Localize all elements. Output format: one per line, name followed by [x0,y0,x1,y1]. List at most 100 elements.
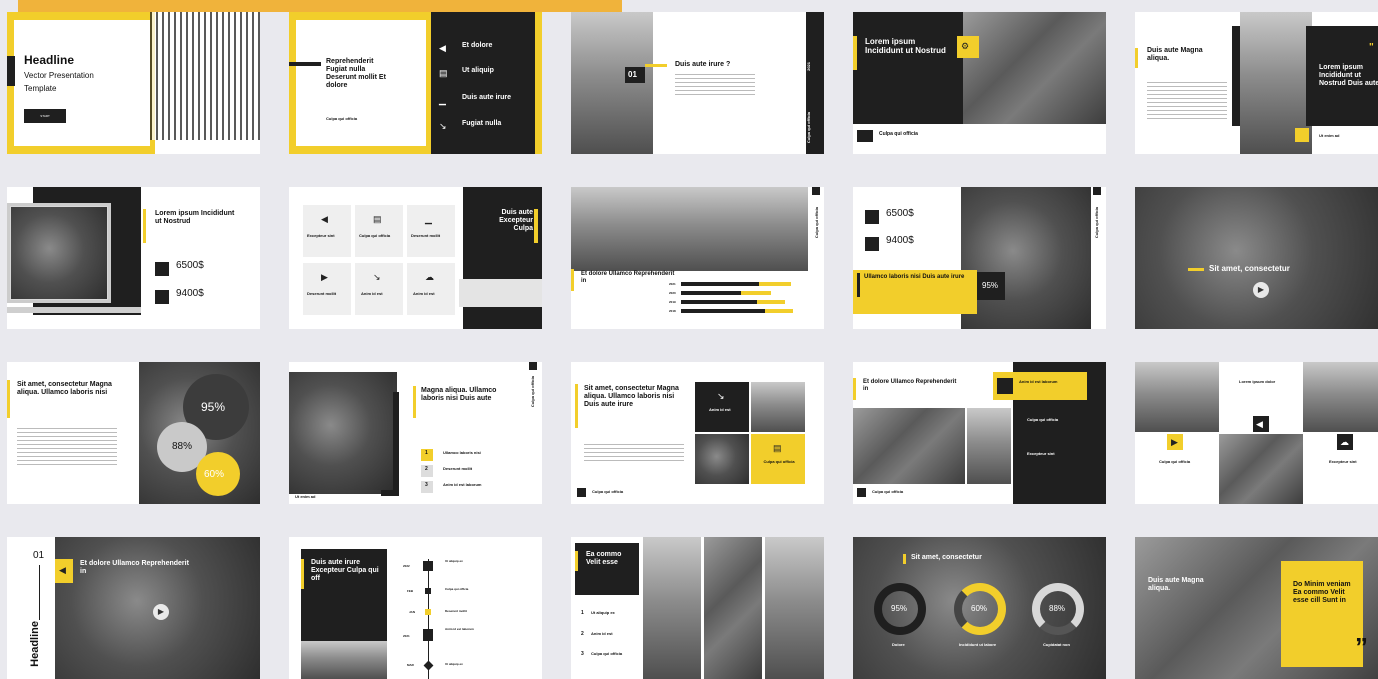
timeline-node [423,561,433,571]
side-label: Culpa qui officia [814,207,819,239]
slide-dark-list[interactable]: Et dolore Ullamco Reprehenderit in Culpa… [853,362,1106,504]
slide-title: Duis aute Magna aliqua. [1147,47,1203,63]
slide-stats-photo[interactable]: 6500$ 9400$ Ullamco laboris nisi Duis au… [853,187,1106,329]
list-item: Anim id est laborum [443,482,482,487]
slide-title: Magna aliqua. Ullamco laboris nisi Duis … [421,387,497,403]
slide-headline-video[interactable]: 01 Headline ◀ Et dolore Ullamco Reprehen… [7,537,260,679]
slide-agenda[interactable]: Reprehenderit Fugiat nulla Deserunt moll… [289,12,542,154]
body-text [675,74,755,98]
progress-fill-4 [681,309,765,313]
num-1: 1 [581,610,584,616]
list-item: Culpa qui officia [591,651,623,656]
body-text [17,428,117,468]
timeline-text: Ut aliquip ex [445,559,463,563]
text-2: Culpa qui officia [1159,459,1191,464]
quote-text: Do Minim veniam Ea commo Velit esse cill… [1293,581,1351,605]
box-title: Ullamco laboris nisi Duis aute irure [864,274,965,280]
pct-60: 60% [204,469,225,480]
tile-label: Anim id est [709,407,731,412]
cloud-icon: ☁ [1340,437,1349,447]
slide-triple-photo[interactable]: Ea commo Velit esse 1 Ut aliquip ex 2 An… [571,537,824,679]
slide-icon-grid[interactable]: ◀ ▤ ▁ ▶ ↘ ☁ Excepteur sint Culpa qui off… [289,187,542,329]
blur-photo [961,187,1091,329]
slide-title: Duis aute irure Excepteur Culpa qui off [311,559,379,583]
slide-donuts[interactable]: Sit amet, consectetur 95% 60% 88% Dolore… [853,537,1106,679]
city-photo-1 [853,408,965,484]
start-button[interactable]: START [24,109,66,123]
slide-laptop[interactable]: Lorem ipsum Incididunt ut Nostrud 6500$ … [7,187,260,329]
slide-title[interactable]: Headline Vector Presentation Template ST… [7,12,260,154]
text-1: Lorem ipsum dolor [1239,379,1276,384]
grid-cell [303,205,351,257]
city-photo [301,641,387,679]
cell-label: Excepteur sint [307,233,335,238]
graph-icon [155,290,169,304]
megaphone-icon: ◀ [1256,419,1263,429]
value-1: 6500$ [176,260,204,271]
footer-icon-box [577,488,586,497]
donut-2-label: Incididunt ut labore [959,642,997,647]
city-photo [571,187,808,271]
slide-intro-dark[interactable]: Lorem ipsum Incididunt ut Nostrud ⚙ Culp… [853,12,1106,154]
slide-checker[interactable]: Lorem ipsum dolor ◀ ▶ Culpa qui officia … [1135,362,1378,504]
tile-label-2: Culpa qui officia [763,459,795,464]
footer-text: Ut enim ad [295,494,316,499]
slide-title: Ea commo Velit esse [586,551,622,567]
donut-3-pct: 88% [1049,604,1066,613]
timeline-text: Deserunt mollit [445,609,467,613]
grey-box [459,279,542,307]
play-button[interactable]: ▶ [1253,282,1269,298]
quote-mark: ” [1355,632,1368,662]
timeline-text: Ut aliquip ex [445,662,463,666]
subtitle-2: Template [24,84,57,93]
dark-panel [853,12,963,124]
white-panel [14,20,150,146]
footer-text: Culpa qui officia [326,116,358,121]
slide-section-photo[interactable]: 01 Duis aute irure ? 2021 Culpa qui offi… [571,12,824,154]
play-button[interactable]: ▶ [153,604,169,620]
shield-icon [155,262,169,276]
num-3: 3 [425,482,428,488]
slide-tile-grid[interactable]: Sit amet, consectetur Magna aliqua. Ulla… [571,362,824,504]
headline: Headline [24,53,75,67]
slide-quote-dark[interactable]: Duis aute Magna aliqua. " Lorem ipsum In… [1135,12,1378,154]
tile-photo-2 [695,434,749,484]
slide-numbered-list[interactable]: Ut enim ad Magna aliqua. Ullamco laboris… [289,362,542,504]
megaphone-icon: ◀ [321,214,328,224]
grid-cell [407,205,455,257]
photo-backing [1232,26,1240,126]
photo-3 [765,537,824,679]
play-icon: ▶ [321,272,328,282]
accent-bar [903,554,906,564]
play-icon: ▶ [1171,437,1178,447]
timeline-year: JAN [409,610,416,614]
slide-title: Duis aute Magna aliqua. [1148,577,1204,593]
pct-95: 95% [201,400,226,414]
corner-square [529,362,537,370]
accent-bar [301,559,304,589]
donut-1-pct: 95% [891,604,908,613]
heading-1: Culpa qui officia [1027,417,1059,422]
corner-square [812,187,820,195]
icon-box [1295,128,1309,142]
slide-bar-progress[interactable]: Et dolore Ullamco Reprehenderit in 2021 … [571,187,824,329]
slide-timeline[interactable]: Duis aute irure Excepteur Culpa qui off … [289,537,542,679]
slide-circles[interactable]: Sit amet, consectetur Magna aliqua. Ulla… [7,362,260,504]
chart-icon: ▤ [439,68,448,78]
side-year: 2021 [806,62,811,71]
street-photo [571,12,653,154]
progress-fill-1 [681,282,759,286]
footer-icon-box [857,488,866,497]
video-title: Sit amet, consectetur [1209,264,1290,273]
accent-line [645,64,667,67]
slide-title: Lorem ipsum Incididunt ut Nostrud [155,210,235,226]
year-1: 2021 [669,282,676,286]
footer-text: Culpa qui officia [872,489,904,494]
num-1: 1 [425,450,428,456]
slide-quote-yellow[interactable]: Duis aute Magna aliqua. Do Minim veniam … [1135,537,1378,679]
slide-video[interactable]: Sit amet, consectetur ▶ [1135,187,1378,329]
text-3: Excepteur sint [1329,459,1357,464]
footer-text: Ut enim ad [1319,133,1340,138]
footer-text: Culpa qui officia [879,131,918,137]
vertical-headline: Headline [29,621,41,667]
